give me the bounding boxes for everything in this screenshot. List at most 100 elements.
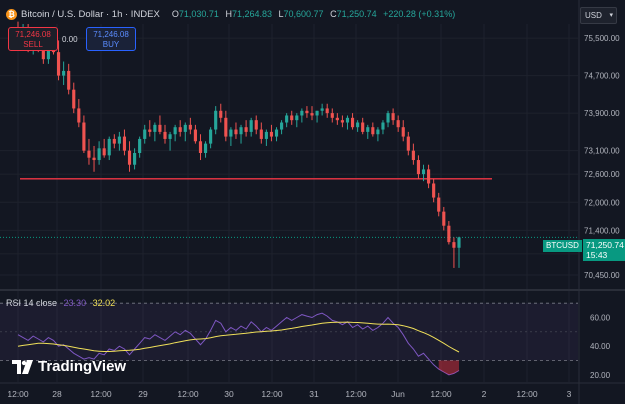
time-tick-label: 3 (567, 389, 572, 399)
rsi-ma-value: 32.02 (92, 298, 116, 308)
candle-body (432, 183, 436, 198)
rsi-value: 23.30 (63, 298, 87, 308)
candle-body (102, 148, 106, 156)
candle-body (290, 115, 294, 121)
rsi-tick-label: 60.00 (590, 314, 611, 323)
candle-body (305, 110, 309, 114)
candle-body (244, 127, 248, 132)
candle-body (401, 127, 405, 137)
candle-body (153, 124, 157, 132)
symbol-title[interactable]: Bitcoin / U.S. Dollar · 1h · INDEX (21, 9, 160, 20)
rsi-tick-label: 20.00 (590, 371, 611, 380)
candle-body (259, 129, 263, 139)
candle-body (391, 113, 395, 121)
candle-body (112, 138, 116, 144)
price-tick-label: 75,500.00 (584, 34, 620, 43)
tradingview-logo-text: TradingView (38, 358, 127, 375)
symbol-price-tag: BTCUSD (543, 240, 582, 252)
candle-body (325, 108, 329, 114)
price-tick-label: 73,100.00 (584, 147, 620, 156)
candle-body (411, 150, 415, 161)
time-tick-label: 12:00 (90, 389, 112, 399)
time-tick-label: 12:00 (261, 389, 283, 399)
rsi-legend[interactable]: RSI 14 close 23.30 32.02 (6, 298, 115, 308)
chevron-down-icon: ▾ (609, 12, 613, 19)
last-price: 71,250.74 (586, 240, 624, 250)
buy-button[interactable]: 71,246.08 BUY (86, 27, 136, 51)
time-tick-label: 28 (52, 389, 62, 399)
candle-body (320, 108, 324, 111)
candle-body (269, 131, 274, 137)
candle-body (87, 150, 91, 158)
candle-body (366, 127, 370, 132)
candle-body (173, 127, 177, 135)
last-price-tag: 71,250.74 15:43 (583, 239, 625, 261)
candle-body (122, 136, 127, 151)
candle-body (178, 127, 182, 132)
candle-body (421, 169, 426, 175)
candle-body (224, 117, 228, 137)
time-tick-label: Jun (391, 389, 405, 399)
time-axis: 12:00 28 12:00 29 12:00 30 12:00 31 12:00 Jun 12:0… (7, 389, 571, 399)
candle-body (209, 129, 213, 144)
candle-body (56, 52, 61, 76)
candle-body (138, 138, 142, 153)
time-tick-label: 29 (138, 389, 148, 399)
candle-body (107, 138, 111, 156)
candle-body (234, 129, 238, 135)
time-tick-label: 31 (309, 389, 319, 399)
candle-body (148, 129, 152, 132)
candle-body (168, 134, 172, 139)
candle-body (62, 70, 66, 76)
time-tick-label: 30 (224, 389, 234, 399)
price-tick-label: 74,700.00 (584, 72, 620, 81)
candle-body (300, 110, 304, 116)
candle-body (183, 124, 187, 132)
tradingview-logo[interactable]: TradingView (12, 358, 126, 375)
sell-button[interactable]: 71,246.08 SELL (8, 27, 58, 51)
high-value: 71,264.83 (231, 9, 272, 19)
candle-body (427, 169, 431, 184)
low-label: L (278, 9, 284, 19)
candle-body (249, 120, 253, 132)
candle-body (386, 113, 390, 123)
price-chart[interactable]: 75,500.00 74,700.00 73,900.00 73,100.00 72,6… (0, 0, 625, 404)
price-tick-label: 71,400.00 (584, 226, 620, 235)
candle-body (158, 124, 162, 132)
candle-body (340, 120, 344, 123)
close-label: C (330, 9, 337, 19)
time-tick-label: 12:00 (345, 389, 367, 399)
candles-group (16, 21, 461, 268)
candle-body (356, 122, 360, 128)
rsi-label: RSI 14 close (6, 298, 58, 308)
currency-selector[interactable]: USD ▾ (580, 7, 617, 24)
close-value: 71,250.74 (336, 9, 377, 19)
candle-body (452, 242, 456, 248)
price-tick-label: 73,900.00 (584, 109, 620, 118)
candle-body (254, 120, 258, 130)
candle-body (117, 136, 121, 144)
rsi-axis: 60.00 40.00 20.00 (590, 314, 611, 380)
candle-body (239, 127, 243, 135)
buy-label: BUY (102, 40, 120, 49)
candle-body (82, 122, 86, 151)
candle-body (295, 115, 299, 121)
candle-body (416, 160, 421, 175)
price-tick-label: 70,450.00 (584, 271, 620, 280)
tradingview-logo-icon (12, 359, 33, 374)
candle-body (406, 136, 410, 151)
candle-body (335, 117, 339, 121)
candle-body (143, 129, 147, 139)
bar-countdown: 15:43 (586, 250, 608, 260)
candle-body (72, 89, 76, 109)
time-tick-label: 12:00 (430, 389, 452, 399)
candle-body (457, 237, 461, 248)
candle-body (203, 143, 208, 153)
bitcoin-icon: ₿ (6, 8, 17, 20)
sell-label: SELL (23, 40, 43, 49)
candle-body (442, 211, 446, 226)
time-tick-label: 12:00 (516, 389, 538, 399)
currency-value: USD (585, 11, 602, 20)
ohlc-values: O71,030.71 H71,264.83 L70,600.77 C71,250… (172, 9, 455, 19)
candle-body (396, 120, 400, 128)
